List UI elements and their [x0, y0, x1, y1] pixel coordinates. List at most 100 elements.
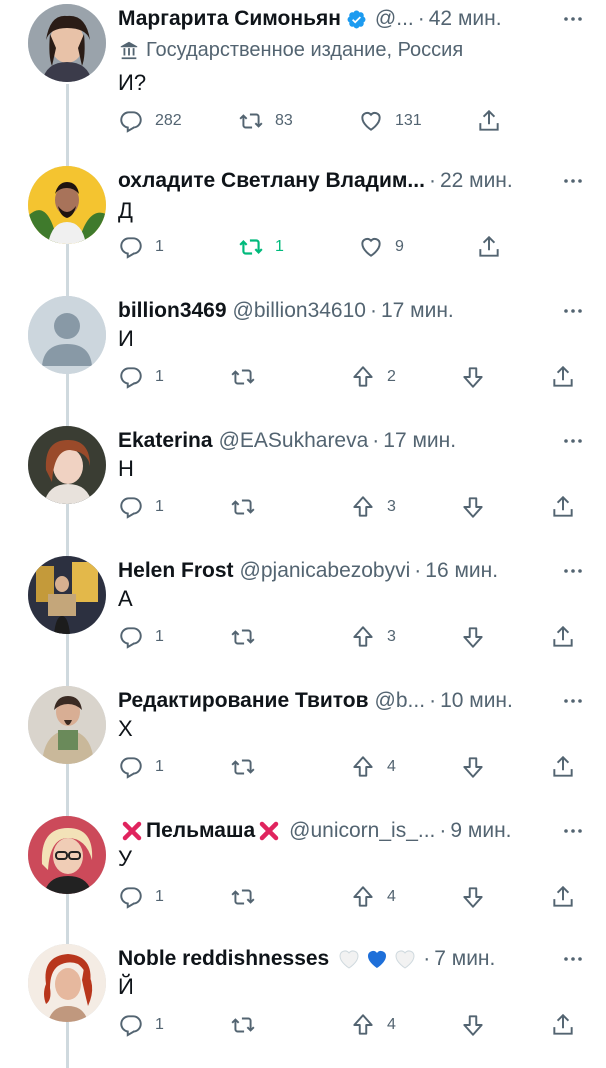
retweet-button[interactable] — [230, 880, 256, 914]
downvote-button[interactable] — [460, 750, 486, 784]
like-button[interactable]: 131 — [358, 104, 422, 138]
display-name[interactable]: Noble reddishnesses — [118, 944, 329, 974]
reply-button[interactable]: 1 — [118, 360, 164, 394]
verified-badge-icon — [346, 9, 367, 30]
downvote-button[interactable] — [460, 1008, 486, 1042]
avatar[interactable] — [28, 556, 106, 634]
more-icon[interactable] — [558, 4, 588, 34]
display-name[interactable]: Редактирование Твитов — [118, 686, 369, 716]
downvote-button[interactable] — [460, 880, 486, 914]
avatar[interactable] — [28, 426, 106, 504]
upvote-button[interactable]: 2 — [350, 360, 396, 394]
more-icon[interactable] — [558, 296, 588, 326]
avatar[interactable] — [28, 166, 106, 244]
display-name[interactable]: Ekaterina — [118, 426, 213, 456]
tweet[interactable]: Ekaterina @EASukhareva · 17 мин. Н 1 3 — [0, 426, 606, 550]
share-icon — [553, 885, 573, 907]
retweet-button[interactable] — [230, 620, 256, 654]
downvote-icon — [463, 627, 483, 648]
upvote-button[interactable]: 4 — [350, 1008, 396, 1042]
reply-button[interactable]: 1 — [118, 1008, 164, 1042]
more-icon[interactable] — [558, 556, 588, 586]
user-handle[interactable]: @... — [375, 4, 414, 34]
retweet-icon — [231, 499, 255, 515]
share-button[interactable] — [550, 490, 576, 524]
share-button[interactable] — [550, 1008, 576, 1042]
avatar[interactable] — [28, 944, 106, 1022]
tweet-text: Н — [118, 456, 134, 481]
reply-button[interactable]: 1 — [118, 880, 164, 914]
display-name[interactable]: Пельмаша — [146, 816, 255, 846]
user-handle[interactable]: @billion34610 — [233, 296, 366, 326]
reply-count: 282 — [155, 112, 182, 129]
timestamp[interactable]: 9 мин. — [450, 816, 511, 846]
retweet-button[interactable]: 83 — [238, 104, 293, 138]
retweet-icon — [231, 759, 255, 775]
more-icon[interactable] — [558, 166, 588, 196]
display-name[interactable]: охладите Светлану Владим... — [118, 166, 425, 196]
reply-button[interactable]: 1 — [118, 230, 164, 264]
tweet[interactable]: Редактирование Твитов @b... · 10 мин. Х 1 4 — [0, 686, 606, 810]
like-button[interactable]: 9 — [358, 230, 404, 264]
timestamp[interactable]: 7 мин. — [434, 944, 495, 974]
heart-icon — [361, 237, 381, 257]
upvote-button[interactable]: 3 — [350, 620, 396, 654]
share-button[interactable] — [550, 750, 576, 784]
share-button[interactable] — [550, 620, 576, 654]
timestamp[interactable]: 17 мин. — [381, 296, 454, 326]
avatar[interactable] — [28, 686, 106, 764]
avatar[interactable] — [28, 816, 106, 894]
reply-count: 1 — [155, 628, 164, 645]
reply-button[interactable]: 282 — [118, 104, 182, 138]
upvote-button[interactable]: 4 — [350, 880, 396, 914]
upvote-button[interactable]: 4 — [350, 750, 396, 784]
more-icon[interactable] — [558, 426, 588, 456]
tweet[interactable]: Noble reddishnesses · 7 мин. Й 1 4 — [0, 944, 606, 1068]
more-icon[interactable] — [558, 944, 588, 974]
timestamp[interactable]: 42 мин. — [429, 4, 502, 34]
user-handle[interactable]: @unicorn_is_... — [289, 816, 435, 846]
tweet[interactable]: billion3469 @billion34610 · 17 мин. И 1 2 — [0, 296, 606, 420]
downvote-button[interactable] — [460, 490, 486, 524]
upvote-button[interactable]: 3 — [350, 490, 396, 524]
share-icon — [553, 1013, 573, 1035]
tweet[interactable]: Helen Frost @pjanicabezobyvi · 16 мин. А 1 3 — [0, 556, 606, 680]
timestamp[interactable]: 10 мин. — [440, 686, 513, 716]
more-icon[interactable] — [558, 686, 588, 716]
reply-button[interactable]: 1 — [118, 750, 164, 784]
tweet-actions: 12 — [118, 360, 606, 394]
tweet[interactable]: Маргарита Симоньян @... · 42 мин. Госуда… — [0, 4, 606, 154]
downvote-icon — [463, 757, 483, 778]
retweet-button[interactable] — [230, 490, 256, 524]
share-button[interactable] — [550, 880, 576, 914]
avatar[interactable] — [28, 4, 106, 82]
display-name[interactable]: Маргарита Симоньян — [118, 4, 341, 34]
tweet-header: Редактирование Твитов @b... · 10 мин. — [118, 686, 558, 716]
separator-dot: · — [439, 819, 447, 842]
user-handle[interactable]: @EASukhareva — [219, 426, 369, 456]
reply-button[interactable]: 1 — [118, 620, 164, 654]
display-name[interactable]: Helen Frost — [118, 556, 234, 586]
timestamp[interactable]: 16 мин. — [425, 556, 498, 586]
upvote-icon — [353, 626, 373, 647]
retweet-button[interactable] — [230, 360, 256, 394]
avatar[interactable] — [28, 296, 106, 374]
downvote-button[interactable] — [460, 620, 486, 654]
timestamp[interactable]: 22 мин. — [440, 166, 513, 196]
reply-button[interactable]: 1 — [118, 490, 164, 524]
share-button[interactable] — [550, 360, 576, 394]
user-handle[interactable]: @pjanicabezobyvi — [240, 556, 411, 586]
retweet-button[interactable] — [230, 1008, 256, 1042]
reply-icon — [120, 237, 142, 259]
share-button[interactable] — [476, 104, 502, 138]
display-name[interactable]: billion3469 — [118, 296, 227, 326]
downvote-button[interactable] — [460, 360, 486, 394]
more-icon[interactable] — [558, 816, 588, 846]
retweet-button[interactable]: 1 — [238, 230, 284, 264]
retweet-button[interactable] — [230, 750, 256, 784]
tweet[interactable]: охладите Светлану Владим... · 22 мин. Д … — [0, 166, 606, 296]
timestamp[interactable]: 17 мин. — [383, 426, 456, 456]
tweet[interactable]: Пельмаша @unicorn_is_... · 9 мин. У 1 4 — [0, 816, 606, 940]
share-button[interactable] — [476, 230, 502, 264]
user-handle[interactable]: @b... — [375, 686, 426, 716]
